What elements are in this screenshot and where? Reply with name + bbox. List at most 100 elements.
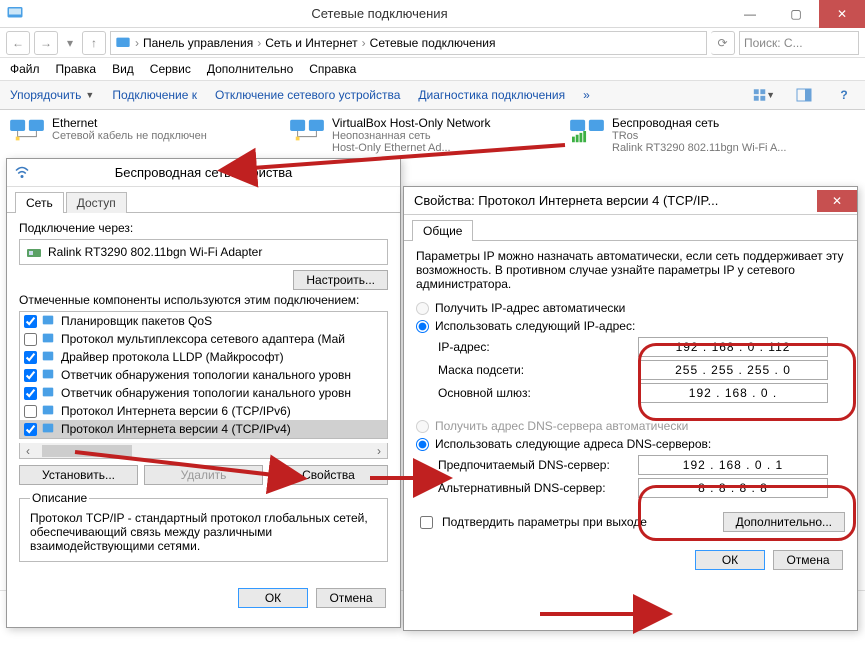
- gw-input[interactable]: 192 . 168 . 0 .: [638, 383, 828, 403]
- component-row[interactable]: Планировщик пакетов QoS: [20, 312, 387, 330]
- menu-bar: Файл Правка Вид Сервис Дополнительно Спр…: [0, 58, 865, 80]
- component-row[interactable]: Драйвер протокола LLDP (Майкрософт): [20, 348, 387, 366]
- nav-recent[interactable]: ▾: [62, 31, 78, 55]
- cmd-more[interactable]: »: [583, 88, 590, 102]
- adapter-properties-dialog: Беспроводная сеть: свойства Сеть Доступ …: [6, 158, 401, 628]
- conn-adapter: Ralink RT3290 802.11bgn Wi-Fi A...: [612, 142, 786, 154]
- install-button[interactable]: Установить...: [19, 465, 138, 485]
- crumb-0[interactable]: Панель управления: [143, 36, 253, 50]
- minimize-button[interactable]: —: [727, 0, 773, 28]
- crumb-1[interactable]: Сеть и Интернет: [265, 36, 357, 50]
- cancel-button[interactable]: Отмена: [316, 588, 386, 608]
- tab-network[interactable]: Сеть: [15, 192, 64, 213]
- component-label: Ответчик обнаружения топологии канальног…: [61, 386, 351, 400]
- network-icon: [288, 116, 326, 146]
- description-text: Протокол TCP/IP - стандартный протокол г…: [30, 511, 377, 553]
- preview-pane-icon[interactable]: [793, 84, 815, 106]
- protocol-icon: [41, 421, 57, 437]
- protocol-icon: [41, 367, 57, 383]
- ipv4-properties-dialog: Свойства: Протокол Интернета версии 4 (T…: [403, 186, 858, 631]
- mask-input[interactable]: 255 . 255 . 255 . 0: [638, 360, 828, 380]
- component-label: Ответчик обнаружения топологии канальног…: [61, 368, 351, 382]
- nav-up[interactable]: ↑: [82, 31, 106, 55]
- close-icon[interactable]: ✕: [817, 190, 857, 212]
- cmd-organize[interactable]: Упорядочить▼: [10, 88, 94, 102]
- radio-ip-auto[interactable]: Получить IP-адрес автоматически: [416, 301, 845, 315]
- component-checkbox[interactable]: [24, 315, 37, 328]
- maximize-button[interactable]: ▢: [773, 0, 819, 28]
- component-row[interactable]: Ответчик обнаружения топологии канальног…: [20, 366, 387, 384]
- component-label: Протокол Интернета версии 6 (TCP/IPv6): [61, 404, 291, 418]
- properties-button[interactable]: Свойства: [269, 465, 388, 485]
- ip-input[interactable]: 192 . 168 . 0 . 112: [638, 337, 828, 357]
- component-row[interactable]: Протокол мультиплексора сетевого адаптер…: [20, 330, 387, 348]
- component-checkbox[interactable]: [24, 333, 37, 346]
- conn-name: Беспроводная сеть: [612, 116, 786, 130]
- protocol-icon: [41, 331, 57, 347]
- search-placeholder: Поиск: С...: [744, 36, 803, 50]
- network-icon: [8, 116, 46, 146]
- close-button[interactable]: ✕: [819, 0, 865, 28]
- advanced-button[interactable]: Дополнительно...: [723, 512, 845, 532]
- nav-forward[interactable]: →: [34, 31, 58, 55]
- menu-view[interactable]: Вид: [112, 62, 134, 76]
- component-row[interactable]: Протокол Интернета версии 6 (TCP/IPv6): [20, 402, 387, 420]
- components-label: Отмеченные компоненты используются этим …: [19, 293, 388, 307]
- menu-tools[interactable]: Сервис: [150, 62, 191, 76]
- radio-dns-manual[interactable]: Использовать следующие адреса DNS-сервер…: [416, 437, 845, 451]
- address-bar: ← → ▾ ↑ › Панель управления › Сеть и Инт…: [0, 28, 865, 58]
- help-icon[interactable]: ?: [833, 84, 855, 106]
- conn-name: Ethernet: [52, 116, 207, 130]
- cmd-diagnose[interactable]: Диагностика подключения: [418, 88, 565, 102]
- cancel-button[interactable]: Отмена: [773, 550, 843, 570]
- component-checkbox[interactable]: [24, 423, 37, 436]
- cmd-disable[interactable]: Отключение сетевого устройства: [215, 88, 400, 102]
- mask-label: Маска подсети:: [438, 363, 638, 377]
- network-icon: [568, 116, 606, 146]
- refresh-button[interactable]: ⟳: [711, 31, 735, 55]
- ok-button[interactable]: ОК: [695, 550, 765, 570]
- crumb-2[interactable]: Сетевые подключения: [370, 36, 496, 50]
- dns1-label: Предпочитаемый DNS-сервер:: [438, 458, 638, 472]
- radio-ip-manual[interactable]: Использовать следующий IP-адрес:: [416, 319, 845, 333]
- protocol-icon: [41, 403, 57, 419]
- description-box: Описание Протокол TCP/IP - стандартный п…: [19, 491, 388, 562]
- configure-button[interactable]: Настроить...: [293, 270, 388, 290]
- tab-sharing[interactable]: Доступ: [66, 192, 127, 213]
- search-input[interactable]: Поиск: С...: [739, 31, 859, 55]
- horizontal-scrollbar[interactable]: ‹›: [19, 443, 388, 459]
- dns2-label: Альтернативный DNS-сервер:: [438, 481, 638, 495]
- component-row[interactable]: Ответчик обнаружения топологии канальног…: [20, 384, 387, 402]
- remove-button: Удалить: [144, 465, 263, 485]
- folder-icon: [115, 35, 131, 51]
- component-checkbox[interactable]: [24, 369, 37, 382]
- component-list[interactable]: Планировщик пакетов QoSПротокол мультипл…: [19, 311, 388, 439]
- menu-help[interactable]: Справка: [309, 62, 356, 76]
- breadcrumb[interactable]: › Панель управления › Сеть и Интернет › …: [110, 31, 707, 55]
- nav-back[interactable]: ←: [6, 31, 30, 55]
- menu-edit[interactable]: Правка: [56, 62, 97, 76]
- menu-extra[interactable]: Дополнительно: [207, 62, 293, 76]
- protocol-icon: [41, 313, 57, 329]
- component-row[interactable]: Протокол Интернета версии 4 (TCP/IPv4): [20, 420, 387, 438]
- component-checkbox[interactable]: [24, 387, 37, 400]
- confirm-checkbox[interactable]: Подтвердить параметры при выходе: [416, 513, 647, 532]
- ip-label: IP-адрес:: [438, 340, 638, 354]
- conn-adapter: Host-Only Ethernet Ad...: [332, 142, 491, 154]
- ok-button[interactable]: ОК: [238, 588, 308, 608]
- protocol-icon: [41, 385, 57, 401]
- command-bar: Упорядочить▼ Подключение к Отключение се…: [0, 80, 865, 110]
- dns1-input[interactable]: 192 . 168 . 0 . 1: [638, 455, 828, 475]
- window-title: Сетевые подключения: [32, 6, 727, 21]
- layout-icon[interactable]: ▼: [753, 84, 775, 106]
- adapter-name: Ralink RT3290 802.11bgn Wi-Fi Adapter: [48, 245, 262, 259]
- dialog-title: Беспроводная сеть: свойства: [7, 159, 400, 187]
- conn-status: TRos: [612, 130, 786, 142]
- dns2-input[interactable]: 8 . 8 . 8 . 8: [638, 478, 828, 498]
- component-checkbox[interactable]: [24, 351, 37, 364]
- menu-file[interactable]: Файл: [10, 62, 40, 76]
- component-checkbox[interactable]: [24, 405, 37, 418]
- tab-general[interactable]: Общие: [412, 220, 473, 241]
- component-label: Протокол Интернета версии 4 (TCP/IPv4): [61, 422, 291, 436]
- cmd-connect[interactable]: Подключение к: [112, 88, 197, 102]
